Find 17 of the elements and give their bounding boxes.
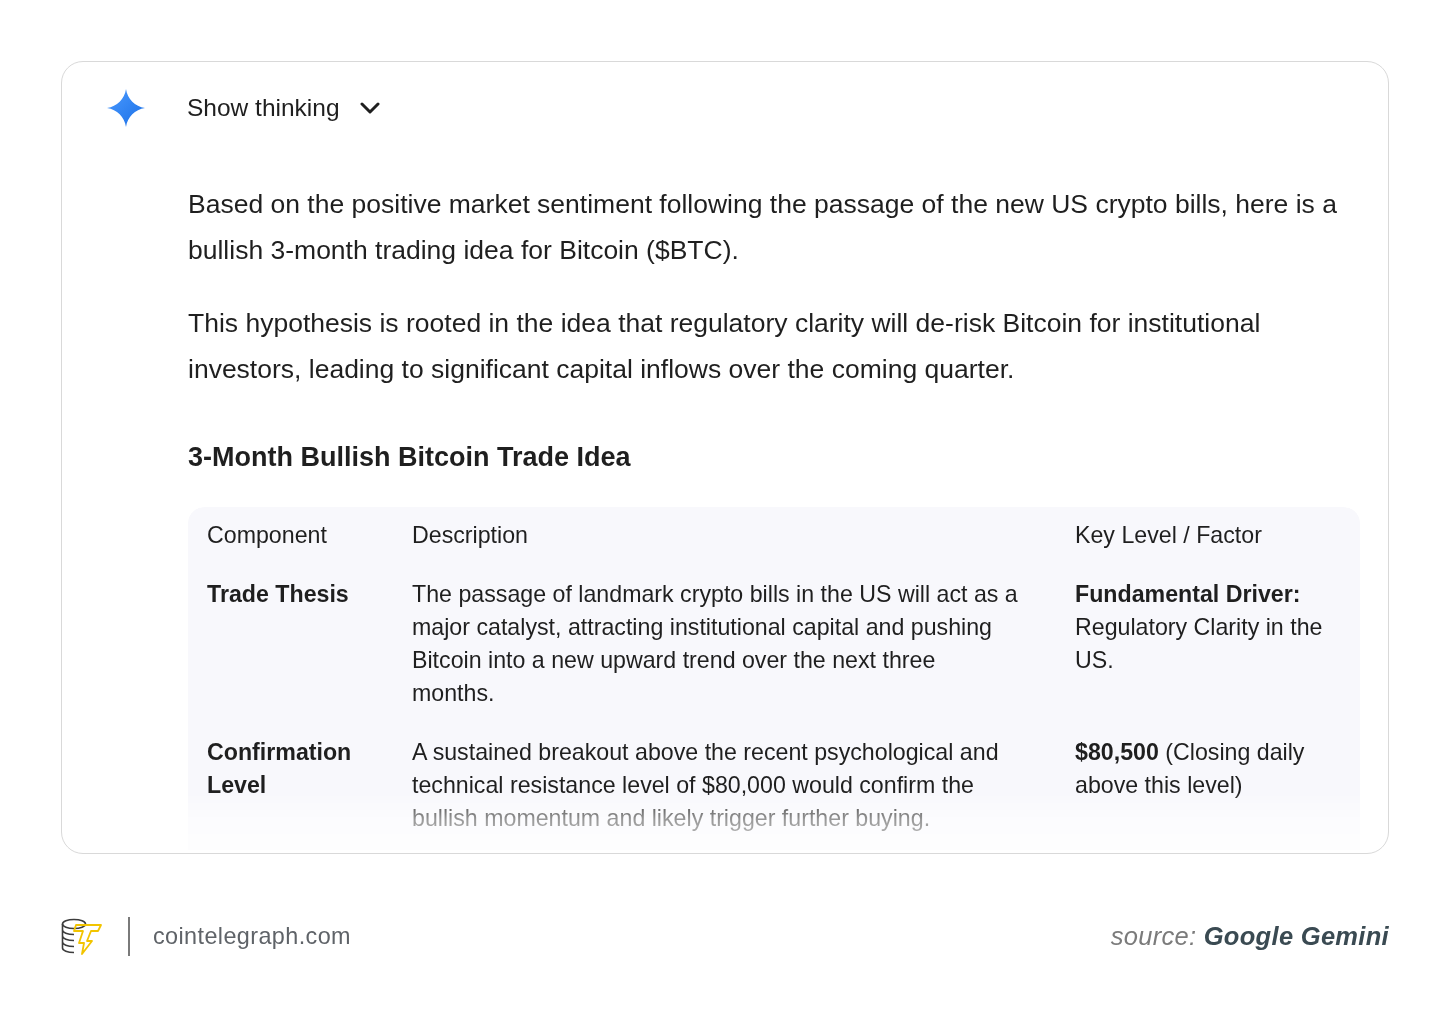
sparkle-icon [107, 89, 145, 127]
table-cell-text: $80,500 (Closing daily above this level) [1075, 738, 1306, 800]
coin-stack-logo-icon [61, 917, 103, 955]
column-header: Description [412, 521, 529, 550]
table-cell-text: The passage of landmark crypto bills in the US will act as a major catalyst, attracting institutional capital and pushing Bitcoin into a new upward trend over the next three months. [412, 580, 1019, 708]
column-header: Component [207, 521, 328, 550]
response-paragraph: This hypothesis is rooted in the idea that regulatory clarity will de-risk Bitcoin for institutional investors, leading to significant capital inflows over the coming quarter. [188, 307, 1262, 386]
source-credit: source: Google Gemini [1110, 921, 1389, 951]
table-cell-text: A sustained breakout above the recent psychological and technical resistance level of $80,000 would confirm the bullish momentum and likely trigger further buying. [412, 738, 1000, 833]
table-cell-text: Fundamental Driver: Regulatory Clarity in the US. [1075, 580, 1324, 675]
show-thinking-button[interactable]: Show thinking [187, 94, 380, 122]
site-name: cointelegraph.com [153, 922, 351, 950]
table-cell-text: Trade Thesis [207, 580, 350, 609]
section-heading: 3-Month Bullish Bitcoin Trade Idea [188, 441, 632, 474]
table-cell-text: Confirmation Level [207, 738, 353, 800]
response-paragraph: Based on the positive market sentiment following the passage of the new US crypto bills, here is a bullish 3-month trading idea for Bitcoin ($BTC). [188, 188, 1338, 267]
column-header: Key Level / Factor [1075, 521, 1263, 550]
